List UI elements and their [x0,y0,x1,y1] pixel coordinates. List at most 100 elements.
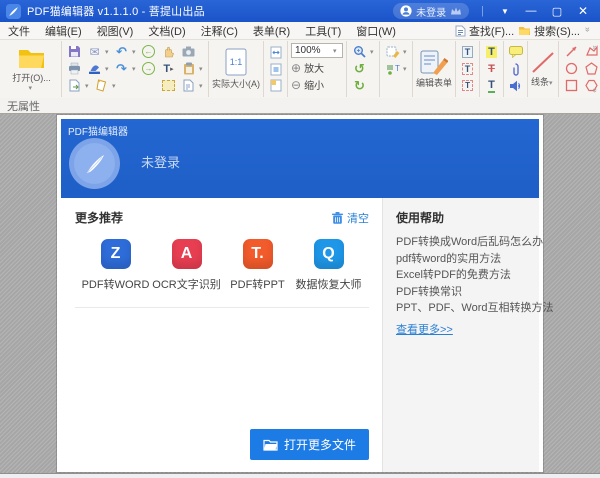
stamp-ink-dropdown-icon[interactable]: ▾ [105,65,111,73]
help-link-2[interactable]: pdf转word的实用方法 [396,252,527,268]
export-page-icon[interactable] [65,77,84,94]
open-dropdown-icon: ▾ [29,84,35,92]
snapshot-camera-icon[interactable] [179,43,198,60]
menu-file[interactable]: 文件 [8,23,30,39]
attachment-icon[interactable] [506,61,525,78]
new-page-dropdown-icon[interactable]: ▾ [112,82,118,90]
undo-icon[interactable]: ↶ [112,43,131,60]
user-avatar[interactable] [69,138,120,189]
panel-app-name: PDF猫编辑器 [68,123,128,138]
login-status-pill[interactable]: 未登录 [393,3,469,19]
new-page-icon[interactable] [92,77,111,94]
email-icon[interactable]: ✉ [85,43,104,60]
select-text-icon[interactable]: T▸ [159,60,178,77]
print-icon[interactable] [65,60,84,77]
strikeout-text-icon[interactable]: T [482,61,501,78]
help-more-link[interactable]: 查看更多>> [396,321,453,337]
previous-view-icon[interactable]: ← [139,43,158,60]
rotate-right-icon[interactable]: ↻ [350,77,369,94]
app-window: PDF猫编辑器 v1.1.1.0 - 菩提山出品 未登录 | ▼ — ▢ ✕ 文… [0,0,600,478]
maximize-button[interactable]: ▢ [546,2,568,20]
view-rotate-group: ▾ ↺ ↻ [347,41,380,97]
next-view-icon[interactable]: → [139,60,158,77]
add-text-icon[interactable]: T [383,60,402,77]
menu-form[interactable]: 表单(R) [253,23,290,39]
zoom-out-label: 缩小 [304,77,324,92]
circle-tool-icon[interactable] [562,60,581,77]
help-link-5[interactable]: PPT、PDF、Word互相转换方法 [396,301,527,317]
toolbar-overflow-rail: » » [591,40,600,98]
toolbar-overflow-up-icon[interactable]: » [591,45,600,49]
help-link-3[interactable]: Excel转PDF的免费方法 [396,268,527,284]
open-file-button[interactable]: 打开(O)... ▾ [2,41,62,97]
close-button[interactable]: ✕ [572,2,594,20]
fit-page-icon[interactable] [266,61,285,78]
zoom-in-button[interactable]: ⊕ 放大 [291,60,343,75]
app-pdf-to-word[interactable]: Z PDF转WORD [80,239,151,292]
zoom-out-button[interactable]: ⊖ 缩小 [291,77,343,92]
menubar-overflow-icon[interactable]: » [583,27,593,35]
toolbar-mode-button[interactable]: ▼ [494,2,516,20]
menu-comment[interactable]: 注释(C) [201,23,238,39]
text-field-icon[interactable]: T [458,44,477,61]
stamp-ink-icon[interactable] [85,60,104,77]
fit-width-icon[interactable] [266,44,285,61]
fit-visible-icon[interactable] [266,77,285,94]
redo-icon[interactable]: ↷ [112,60,131,77]
menu-document[interactable]: 文档(D) [148,23,185,39]
export-page-dropdown-icon[interactable]: ▾ [85,82,91,90]
snapshot-select-icon[interactable] [159,77,178,94]
menu-edit[interactable]: 编辑(E) [45,23,82,39]
page-extract-icon[interactable] [179,77,198,94]
menubar: 文件 编辑(E) 视图(V) 文档(D) 注释(C) 表单(R) 工具(T) 窗… [0,22,600,40]
search-button[interactable]: 搜索(S)... [518,23,580,39]
highlight-text-icon[interactable]: T [482,44,501,61]
help-link-4[interactable]: PDF转换常识 [396,285,527,301]
menu-window[interactable]: 窗口(W) [356,23,396,39]
paste-dropdown-icon[interactable]: ▾ [199,65,205,73]
zoom-value: 100% [295,45,321,56]
zoom-in-icon: ⊕ [291,61,301,75]
recommend-title: 更多推荐 [75,209,123,226]
edit-object-icon[interactable] [383,43,402,60]
audio-comment-icon[interactable] [506,77,525,94]
edit-form-button[interactable]: 编辑表单 [413,41,456,97]
rotate-left-icon[interactable]: ↺ [350,60,369,77]
arrow-tool-icon[interactable] [562,43,581,60]
hand-tool-icon[interactable] [159,43,178,60]
app-ocr[interactable]: A OCR文字识别 [151,239,222,292]
note-comment-icon[interactable] [506,44,525,61]
paste-icon[interactable] [179,60,198,77]
actual-size-label: 实际大小(A) [212,77,260,90]
data-recovery-icon: Q [314,239,344,269]
panel-login-status[interactable]: 未登录 [141,152,180,171]
zoom-level-select[interactable]: 100% ▾ [291,43,343,58]
find-button[interactable]: 查找(F)... [455,23,514,39]
minimize-button[interactable]: — [520,2,542,20]
menu-view[interactable]: 视图(V) [97,23,134,39]
rectangle-tool-icon[interactable] [562,77,581,94]
email-dropdown-icon[interactable]: ▾ [105,48,111,56]
add-text-dropdown-icon[interactable]: ▾ [403,65,409,73]
form-box-field-icon[interactable]: T [458,61,477,78]
line-tool-button[interactable]: 线条▾ [528,41,559,97]
underline-text-icon[interactable]: T [482,77,501,94]
undo-dropdown-icon[interactable]: ▾ [132,48,138,56]
open-more-files-button[interactable]: 打开更多文件 [250,429,369,460]
loupe-icon[interactable] [350,43,369,60]
edit-object-dropdown-icon[interactable]: ▾ [403,48,409,56]
help-link-1[interactable]: PDF转换成Word后乱码怎么办 [396,235,527,251]
toolbar-overflow-down-icon[interactable]: » [591,88,600,92]
app-pdf-to-ppt[interactable]: T. PDF转PPT [222,239,293,292]
loupe-dropdown-icon[interactable]: ▾ [370,48,376,56]
app-data-recovery[interactable]: Q 数据恢复大师 [293,239,364,292]
form-small-field-icon[interactable]: T [458,77,477,94]
clear-button[interactable]: 清空 [332,210,369,226]
menu-tools[interactable]: 工具(T) [305,23,341,39]
save-icon[interactable] [65,43,84,60]
actual-size-button[interactable]: 1:1 实际大小(A) [209,41,264,97]
zoom-group: 100% ▾ ⊕ 放大 ⊖ 缩小 [288,41,347,97]
page-extract-dropdown-icon[interactable]: ▾ [199,82,205,90]
app-logo-icon [6,4,21,19]
redo-dropdown-icon[interactable]: ▾ [132,65,138,73]
